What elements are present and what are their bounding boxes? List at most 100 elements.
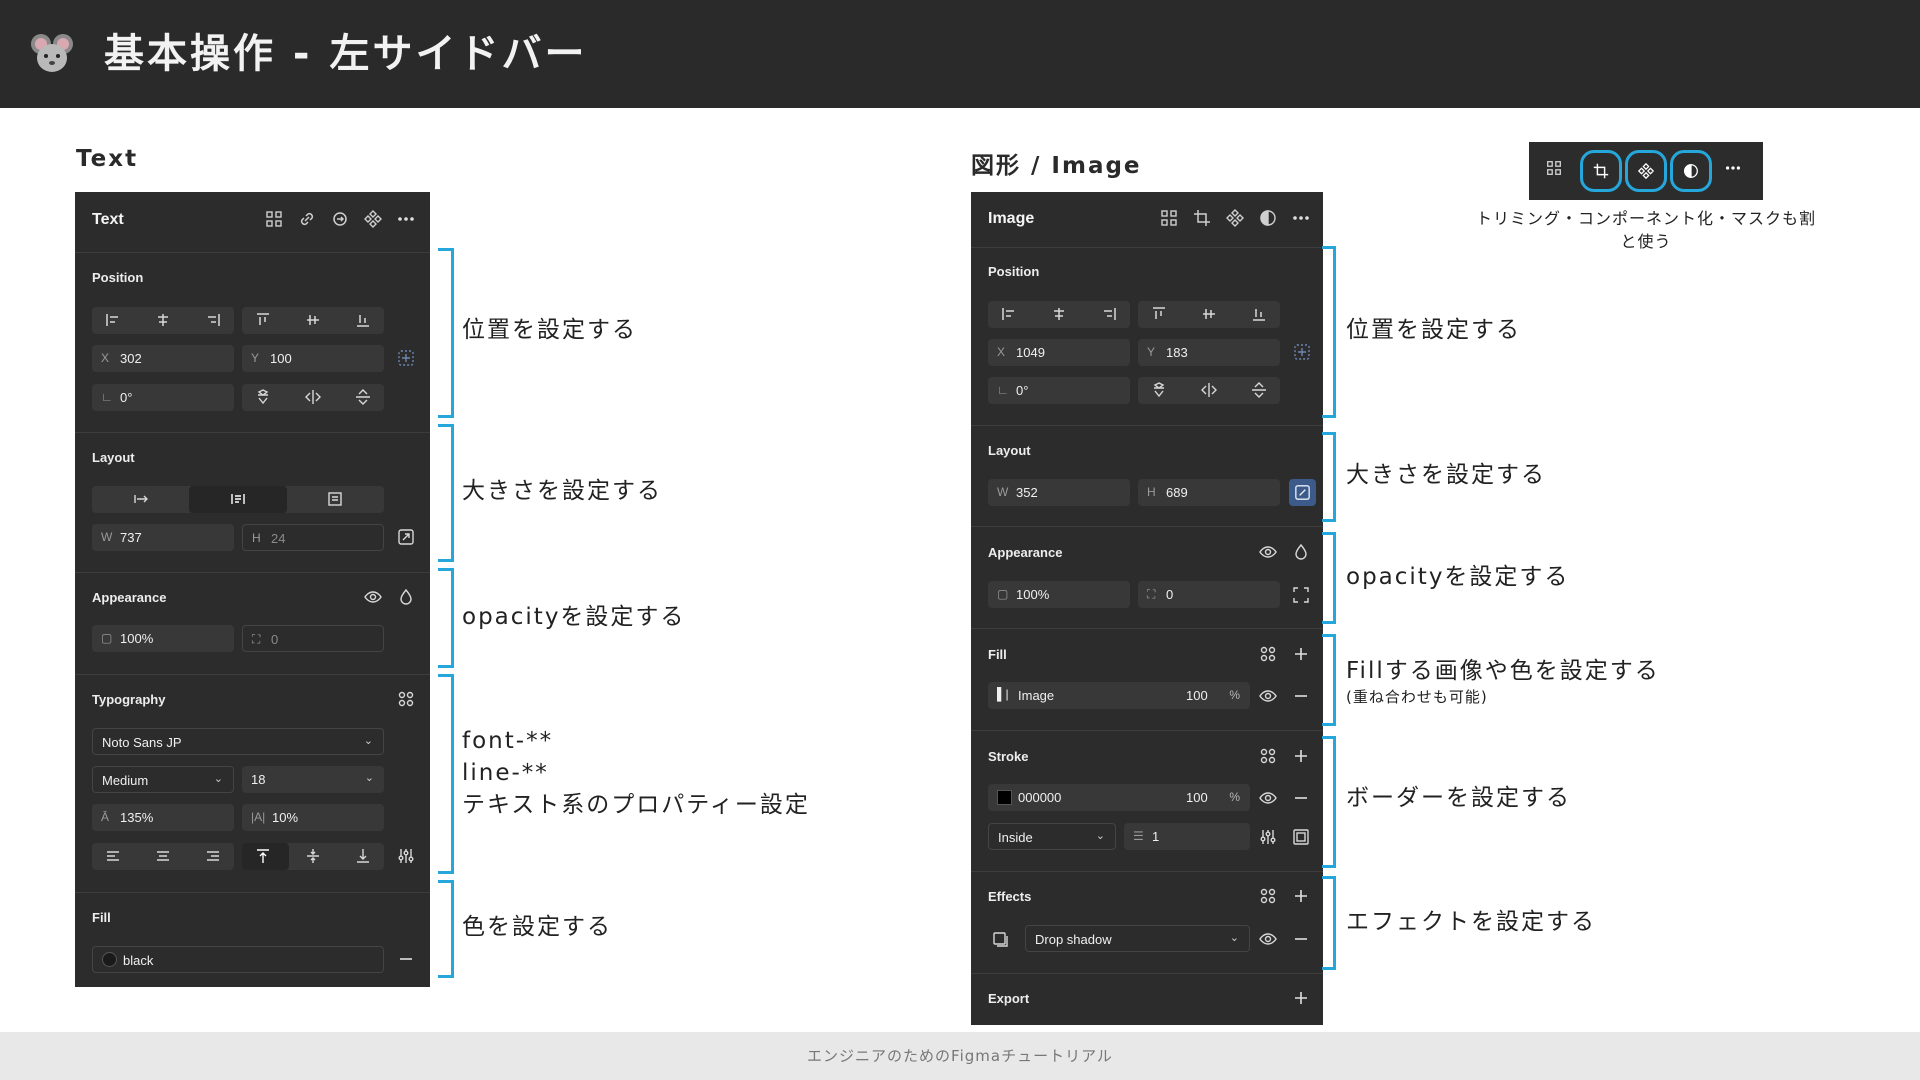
eye-icon[interactable]	[1258, 542, 1278, 562]
text-align-right-icon[interactable]	[204, 847, 222, 865]
flip-vertical-icon[interactable]	[354, 388, 372, 406]
corner-radius-field[interactable]: ⛶ 0	[1138, 581, 1280, 608]
align-left-icon[interactable]	[1000, 305, 1018, 323]
text-align-top-icon[interactable]	[254, 847, 272, 865]
x-field[interactable]: X 1049	[988, 339, 1130, 366]
divider	[971, 526, 1323, 527]
stroke-weight-field[interactable]: ☰ 1	[1124, 823, 1250, 850]
align-right-icon[interactable]	[1100, 305, 1118, 323]
minus-icon[interactable]	[396, 949, 416, 969]
crop-icon[interactable]	[1580, 150, 1622, 192]
flip-horizontal-icon[interactable]	[304, 388, 322, 406]
more-icon[interactable]	[1291, 208, 1311, 228]
styles-icon[interactable]	[1258, 886, 1278, 906]
styles-icon[interactable]	[396, 689, 416, 709]
text-align-center-icon[interactable]	[154, 847, 172, 865]
auto-width-icon[interactable]	[132, 490, 150, 508]
divider	[971, 247, 1323, 248]
independent-corners-icon[interactable]	[1291, 585, 1311, 605]
opacity-field[interactable]: ▢ 100%	[988, 581, 1130, 608]
styles-icon[interactable]	[1258, 746, 1278, 766]
corner-radius-field[interactable]: ⛶ 0	[242, 625, 384, 652]
plus-icon[interactable]	[1291, 644, 1311, 664]
drop-icon[interactable]	[1291, 542, 1311, 562]
resize-icon[interactable]	[1289, 479, 1316, 506]
text-align-left-icon[interactable]	[104, 847, 122, 865]
mask-icon[interactable]	[1258, 208, 1278, 228]
height-field[interactable]: H 689	[1138, 479, 1280, 506]
stroke-settings-icon[interactable]	[1258, 827, 1278, 847]
opacity-field[interactable]: ▢ 100%	[92, 625, 234, 652]
align-center-icon[interactable]	[154, 311, 172, 329]
align-center-icon[interactable]	[1050, 305, 1068, 323]
link-icon[interactable]	[297, 209, 317, 229]
component-icon[interactable]	[1625, 150, 1667, 192]
rotation-field[interactable]: ∟ 0°	[92, 384, 234, 411]
grid-icon[interactable]	[264, 209, 284, 229]
align-top-icon[interactable]	[254, 311, 272, 329]
effect-settings-icon[interactable]	[990, 929, 1010, 949]
letter-spacing-field[interactable]: |A| 10%	[242, 804, 384, 831]
grid-icon[interactable]	[1159, 208, 1179, 228]
constraints-icon[interactable]	[396, 348, 416, 368]
eye-icon[interactable]	[1258, 686, 1278, 706]
x-field[interactable]: X 302	[92, 345, 234, 372]
component-icon[interactable]	[363, 209, 383, 229]
component-icon[interactable]	[1225, 208, 1245, 228]
text-align-bottom-icon[interactable]	[354, 847, 372, 865]
plus-icon[interactable]	[1291, 746, 1311, 766]
eye-icon[interactable]	[363, 587, 383, 607]
line-height-field[interactable]: Ā 135%	[92, 804, 234, 831]
align-bottom-icon[interactable]	[354, 311, 372, 329]
align-right-icon[interactable]	[204, 311, 222, 329]
crop-icon[interactable]	[1192, 208, 1212, 228]
y-field[interactable]: Y 183	[1138, 339, 1280, 366]
fixed-size-icon[interactable]	[326, 490, 344, 508]
more-icon[interactable]	[1715, 150, 1757, 192]
align-top-icon[interactable]	[1150, 305, 1168, 323]
rotate-icon[interactable]	[254, 388, 272, 406]
flip-vertical-icon[interactable]	[1250, 381, 1268, 399]
mask-icon[interactable]	[1670, 150, 1712, 192]
drop-icon[interactable]	[396, 587, 416, 607]
individual-strokes-icon[interactable]	[1291, 827, 1311, 847]
rotate-icon[interactable]	[1150, 381, 1168, 399]
constraints-icon[interactable]	[1292, 342, 1312, 362]
minus-icon[interactable]	[1291, 686, 1311, 706]
more-icon[interactable]	[396, 209, 416, 229]
type-settings-icon[interactable]	[396, 846, 416, 866]
text-align-middle-icon[interactable]	[304, 847, 322, 865]
plus-icon[interactable]	[1291, 988, 1311, 1008]
height-field[interactable]: H 24	[242, 524, 384, 551]
align-bottom-icon[interactable]	[1250, 305, 1268, 323]
plus-icon[interactable]	[1291, 886, 1311, 906]
effect-type-select[interactable]: Drop shadow ⌄	[1025, 925, 1250, 952]
align-middle-icon[interactable]	[1200, 305, 1218, 323]
align-middle-icon[interactable]	[304, 311, 322, 329]
rotation-field[interactable]: ∟ 0°	[988, 377, 1130, 404]
stroke-position-select[interactable]: Inside ⌄	[988, 823, 1116, 850]
resize-icon[interactable]	[396, 527, 416, 547]
note-font-3: テキスト系のプロパティー設定	[462, 792, 810, 818]
minus-icon[interactable]	[1291, 788, 1311, 808]
fill-image-field[interactable]: ▌| Image 100%	[988, 682, 1250, 709]
minus-icon[interactable]	[1291, 929, 1311, 949]
font-weight-select[interactable]: Medium ⌄	[92, 766, 234, 793]
font-family-select[interactable]: Noto Sans JP ⌄	[92, 728, 384, 755]
flip-horizontal-icon[interactable]	[1200, 381, 1218, 399]
auto-height-icon[interactable]	[229, 490, 247, 508]
divider	[75, 432, 430, 433]
width-field[interactable]: W 737	[92, 524, 234, 551]
width-field[interactable]: W 352	[988, 479, 1130, 506]
eye-icon[interactable]	[1258, 788, 1278, 808]
fill-color-field[interactable]: black	[92, 946, 384, 973]
stroke-color-field[interactable]: 000000 100%	[988, 784, 1250, 811]
eye-icon[interactable]	[1258, 929, 1278, 949]
align-left-icon[interactable]	[104, 311, 122, 329]
component-instance-icon[interactable]	[330, 209, 350, 229]
grid-icon[interactable]	[1536, 150, 1578, 192]
font-size-select[interactable]: 18 ⌄	[242, 766, 384, 793]
styles-icon[interactable]	[1258, 644, 1278, 664]
y-field[interactable]: Y 100	[242, 345, 384, 372]
note-position: 位置を設定する	[1346, 317, 1521, 343]
